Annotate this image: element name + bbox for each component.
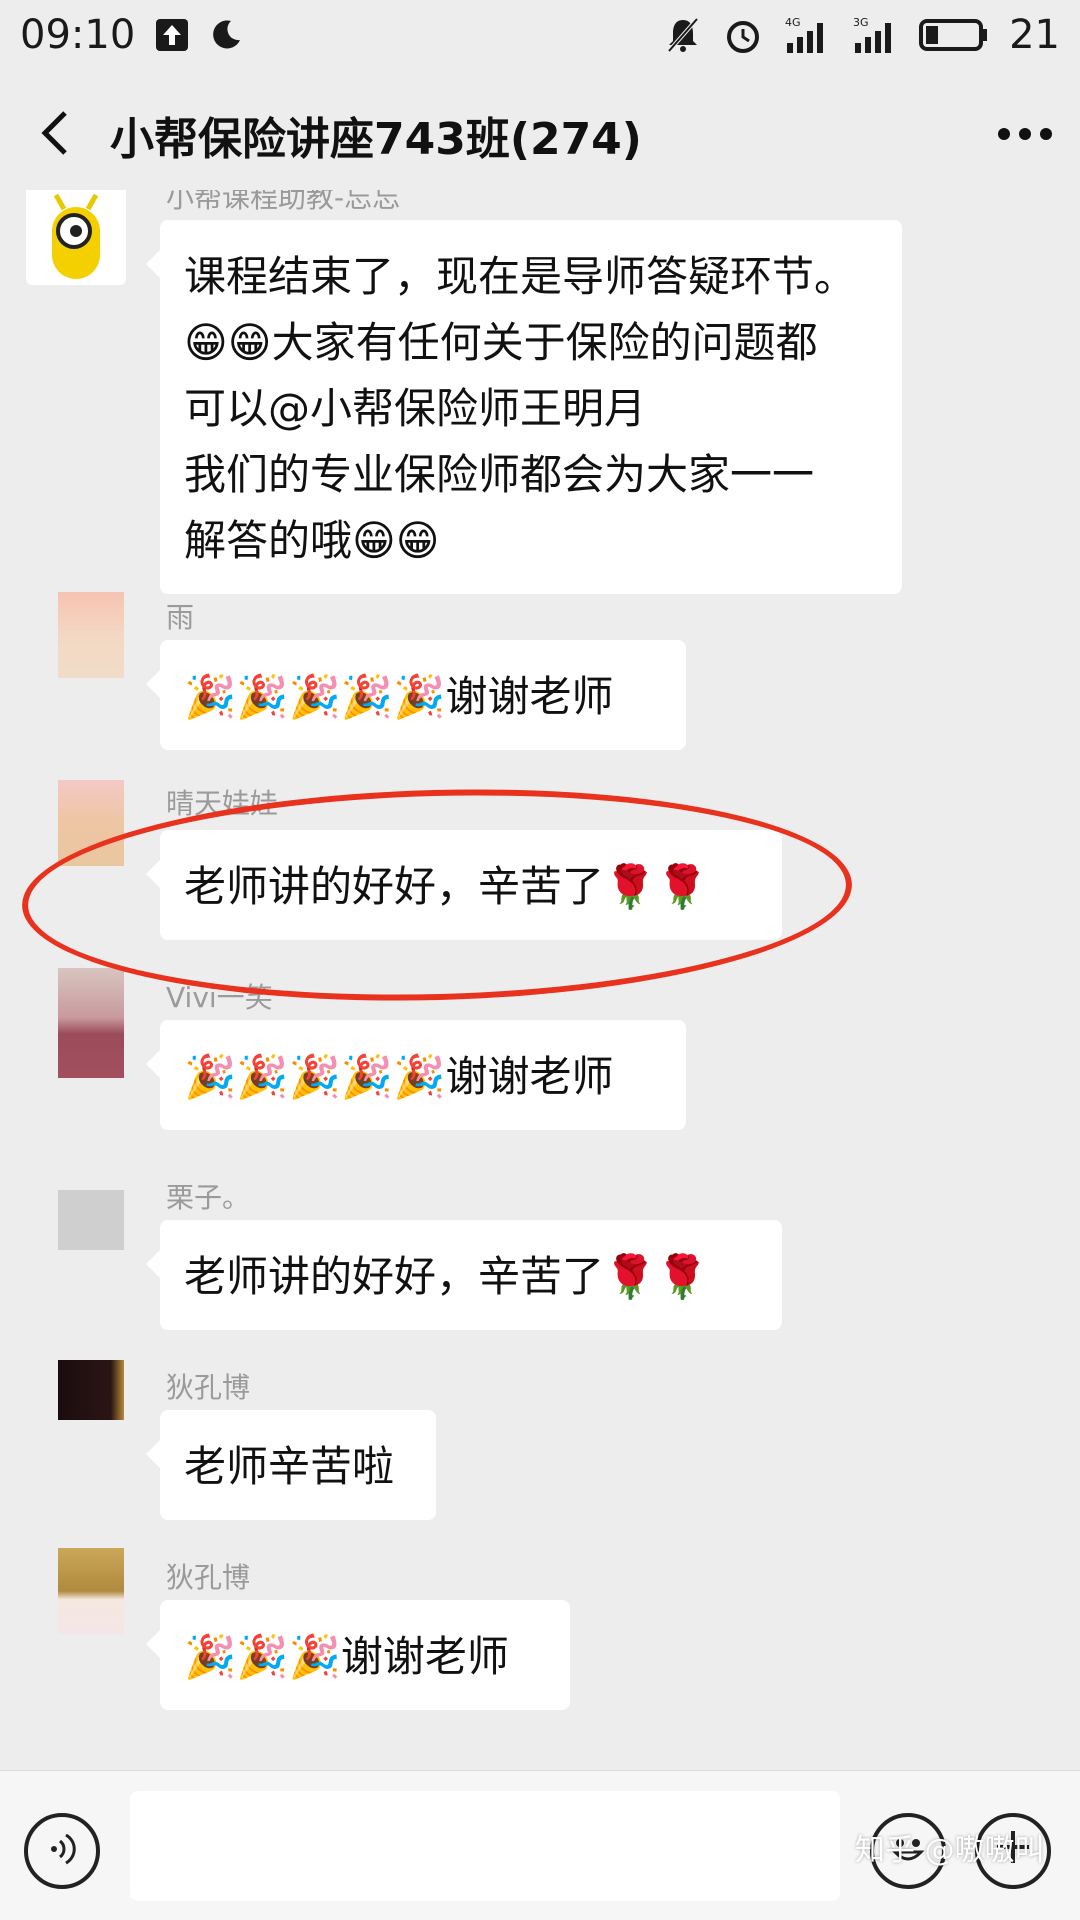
message-text-line: 😁😁大家有任何关于保险的问题都: [184, 318, 818, 367]
signal-3g-icon: 3G: [851, 15, 899, 55]
sender-name: 狄孔博: [166, 1561, 251, 1594]
watermark: 知乎 @嗷嗷叫: [855, 1833, 1045, 1868]
sender-name: 晴天娃娃: [166, 787, 279, 820]
avatar[interactable]: [58, 1548, 124, 1634]
avatar[interactable]: [58, 1190, 124, 1250]
chat-header: 小帮保险讲座743班(274): [0, 80, 1080, 190]
back-button[interactable]: [0, 80, 110, 190]
avatar[interactable]: [58, 592, 124, 678]
message-input[interactable]: [130, 1791, 840, 1901]
sender-name: 雨: [166, 601, 195, 634]
moon-icon: [209, 18, 243, 52]
sender-name: Vivi一笑: [166, 981, 273, 1014]
status-bar: 09:10 4G 3G 21: [0, 0, 1080, 70]
signal-4g-icon: 4G: [783, 15, 831, 55]
status-time: 09:10: [20, 12, 136, 58]
more-button[interactable]: [970, 80, 1080, 190]
chat-message-list[interactable]: 小帮课程助教-忘忘 课程结束了，现在是导师答疑环节。 😁😁大家有任何关于保险的问…: [0, 190, 1080, 1770]
battery-level: 21: [1009, 12, 1060, 58]
chevron-left-icon: [35, 108, 75, 162]
upload-icon: [155, 18, 189, 52]
network-label-1: 4G: [785, 16, 801, 29]
message-bubble[interactable]: 课程结束了，现在是导师答疑环节。 😁😁大家有任何关于保险的问题都 可以@小帮保险…: [146, 220, 902, 594]
avatar[interactable]: [58, 780, 124, 866]
message-text-line: 可以@小帮保险师王明月: [184, 384, 647, 433]
message-text-line: 🎉🎉🎉🎉🎉谢谢老师: [184, 1052, 614, 1101]
avatar[interactable]: [26, 190, 126, 285]
avatar[interactable]: [58, 1360, 124, 1420]
message-text-line: 老师辛苦啦: [184, 1442, 395, 1491]
voice-icon: [42, 1829, 82, 1873]
voice-button[interactable]: [24, 1813, 100, 1889]
message-bubble[interactable]: 🎉🎉🎉🎉🎉谢谢老师: [146, 640, 686, 750]
sender-name: 小帮课程助教-忘忘: [166, 190, 401, 214]
message-bubble[interactable]: 老师讲的好好，辛苦了🌹🌹: [146, 830, 782, 940]
message-text-line: 老师讲的好好，辛苦了🌹🌹: [184, 1252, 709, 1301]
alarm-clock-icon: [723, 15, 763, 55]
message-text-line: 🎉🎉🎉谢谢老师: [184, 1632, 509, 1681]
message-text-line: 老师讲的好好，辛苦了🌹🌹: [184, 862, 709, 911]
message-text-line: 🎉🎉🎉🎉🎉谢谢老师: [184, 672, 614, 721]
message-bubble[interactable]: 老师讲的好好，辛苦了🌹🌹: [146, 1220, 782, 1330]
avatar[interactable]: [58, 968, 124, 1078]
mute-bell-icon: [663, 15, 703, 55]
message-text-line: 我们的专业保险师都会为大家一一: [184, 450, 815, 499]
battery-icon: [919, 18, 989, 52]
sender-name: 栗子。: [166, 1181, 251, 1214]
message-text-line: 解答的哦😁😁: [184, 516, 440, 565]
message-text-line: 课程结束了，现在是导师答疑环节。: [184, 252, 857, 301]
network-label-2: 3G: [853, 16, 869, 29]
chat-title: 小帮保险讲座743班(274): [110, 114, 642, 165]
more-dots-icon: [997, 126, 1053, 145]
message-bubble[interactable]: 🎉🎉🎉🎉🎉谢谢老师: [146, 1020, 686, 1130]
message-bubble[interactable]: 老师辛苦啦: [146, 1410, 436, 1520]
sender-name: 狄孔博: [166, 1371, 251, 1404]
message-bubble[interactable]: 🎉🎉🎉谢谢老师: [146, 1600, 570, 1710]
